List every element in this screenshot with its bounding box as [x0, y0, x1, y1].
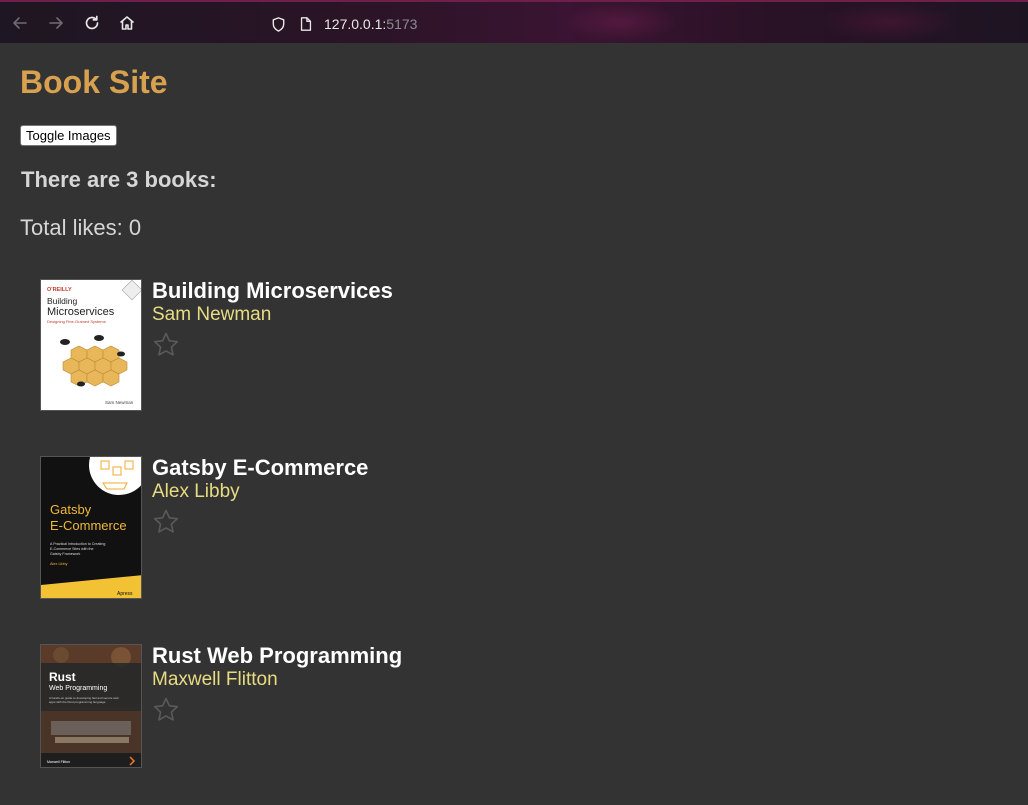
book-cover: O'REILLY Building Microservices Designin…: [40, 279, 142, 411]
forward-icon[interactable]: [45, 12, 67, 34]
cover-subtitle: Designing Fine-Grained Systems: [47, 319, 106, 324]
book-title: Rust Web Programming: [152, 643, 403, 668]
book-cover: Gatsby E-Commerce A Practical Introducti…: [40, 456, 142, 599]
cover-line2: Web Programming: [49, 685, 107, 692]
cover-author: Maxwell Flitton: [47, 760, 70, 764]
toggle-images-button[interactable]: Toggle Images: [20, 125, 117, 146]
book-author: Maxwell Flitton: [152, 669, 278, 690]
total-likes: Total likes: 0: [20, 215, 142, 240]
cover-line2: E-Commerce: [50, 518, 127, 533]
star-icon[interactable]: [152, 331, 180, 359]
book-count-heading: There are 3 books:: [21, 167, 217, 192]
browser-toolbar: 127.0.0.1:5173: [0, 0, 1028, 43]
book-author: Alex Libby: [152, 481, 240, 502]
book-author: Sam Newman: [152, 304, 272, 325]
book-title: Building Microservices: [152, 278, 393, 303]
cover-author: Sam Newman: [105, 400, 134, 405]
toolbar-decoration: [560, 2, 680, 42]
book-title: Gatsby E-Commerce: [152, 455, 369, 480]
honeycomb-illustration: [62, 345, 128, 387]
star-icon[interactable]: [152, 508, 180, 536]
url-port: 5173: [386, 16, 418, 32]
cover-line1: Gatsby: [50, 502, 92, 517]
book-info: Rust Web Programming Maxwell Flitton: [152, 644, 402, 729]
cover-line1: Building: [47, 296, 78, 306]
url-host: 127.0.0.1:: [324, 16, 387, 32]
cover-author: Alex Libby: [50, 562, 68, 566]
back-icon[interactable]: [9, 12, 31, 34]
book-cover: Rust Web Programming A hands-on guide to…: [40, 644, 142, 768]
page-icon: [296, 14, 316, 34]
cover-publisher: Apress: [117, 591, 133, 597]
shield-icon[interactable]: [268, 14, 288, 34]
page-title: Book Site: [20, 64, 168, 100]
star-icon[interactable]: [152, 696, 180, 724]
cover-line1: Rust: [49, 670, 76, 684]
cover-publisher: O'REILLY: [47, 287, 72, 293]
url-bar[interactable]: 127.0.0.1:5173: [268, 12, 417, 36]
cover-line2: Microservices: [47, 306, 115, 318]
url-text[interactable]: 127.0.0.1:5173: [324, 16, 417, 32]
book-info: Building Microservices Sam Newman: [152, 279, 393, 364]
home-icon[interactable]: [116, 12, 138, 34]
reload-icon[interactable]: [81, 12, 103, 34]
toolbar-decoration: [820, 2, 960, 42]
book-info: Gatsby E-Commerce Alex Libby: [152, 456, 368, 541]
